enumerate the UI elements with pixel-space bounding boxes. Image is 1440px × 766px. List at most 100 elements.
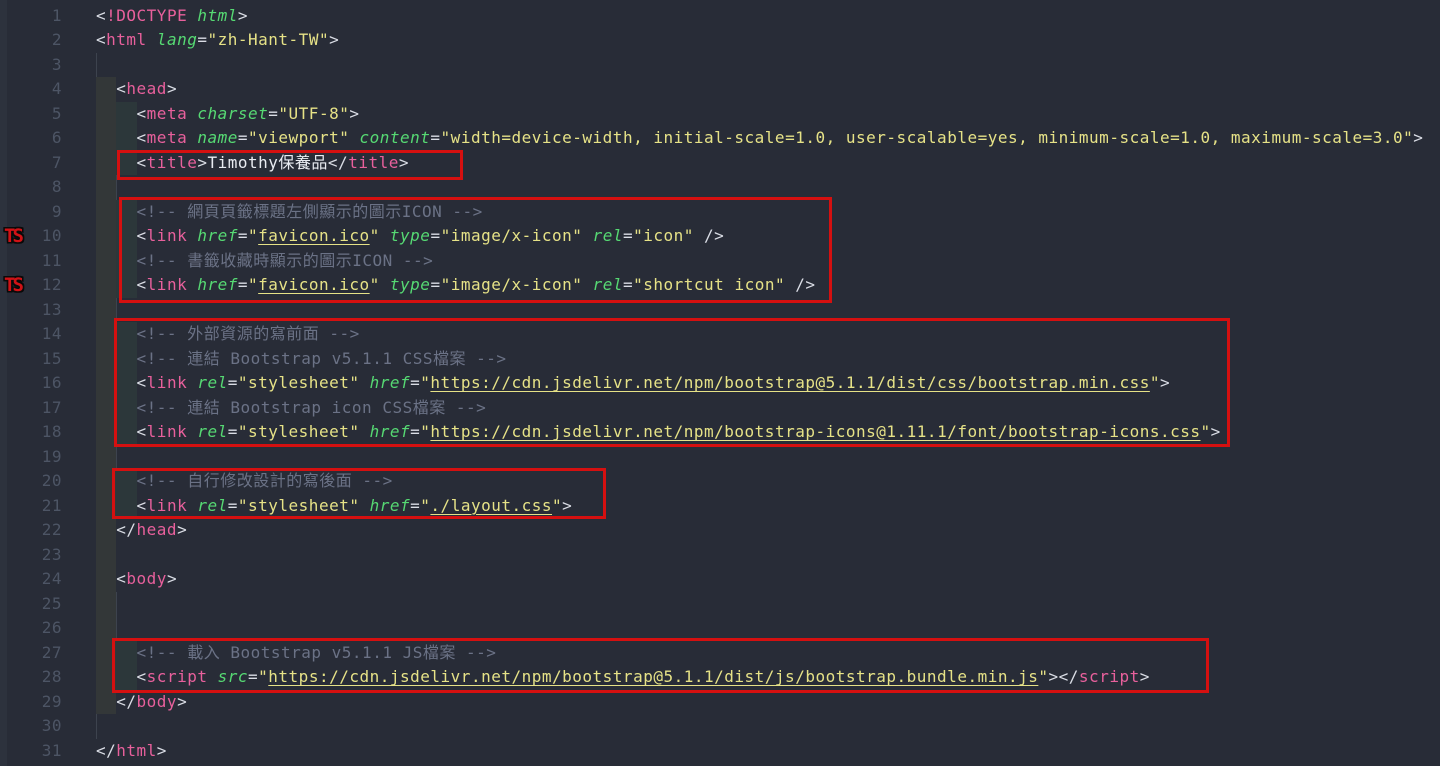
- syntax-token: =: [238, 128, 248, 147]
- syntax-token: <: [96, 569, 126, 588]
- syntax-token: body: [126, 569, 167, 588]
- syntax-token: "width=device-width, initial-scale=1.0, …: [441, 128, 1414, 147]
- line-number[interactable]: 15: [0, 347, 62, 372]
- syntax-token: =: [430, 128, 440, 147]
- syntax-token: lang: [147, 30, 198, 49]
- code-line[interactable]: 31 </html>: [0, 739, 1440, 764]
- code-text: </html>: [96, 739, 167, 764]
- line-number[interactable]: 29: [0, 690, 62, 715]
- favicon-gutter-icon: TS: [4, 224, 21, 249]
- syntax-token: <: [96, 30, 106, 49]
- annotation-box: [119, 197, 832, 303]
- line-number[interactable]: 21: [0, 494, 62, 519]
- indent-highlight: [96, 445, 116, 470]
- line-number[interactable]: 9: [0, 200, 62, 225]
- code-text: <html lang="zh-Hant-TW">: [96, 28, 339, 53]
- indent-guide: [116, 616, 117, 641]
- line-number[interactable]: 8: [0, 175, 62, 200]
- line-number[interactable]: 26: [0, 616, 62, 641]
- indent-highlight: [96, 592, 116, 617]
- code-line[interactable]: 6 <meta name="viewport" content="width=d…: [0, 126, 1440, 151]
- annotation-box: [114, 318, 1230, 447]
- indent-guide: [116, 445, 117, 470]
- code-line[interactable]: 30: [0, 714, 1440, 739]
- line-number[interactable]: 25: [0, 592, 62, 617]
- line-number[interactable]: 24: [0, 567, 62, 592]
- syntax-token: <: [96, 128, 147, 147]
- line-number[interactable]: 20: [0, 469, 62, 494]
- code-line[interactable]: 19: [0, 445, 1440, 470]
- code-line[interactable]: 22 </head>: [0, 518, 1440, 543]
- line-number[interactable]: 28: [0, 665, 62, 690]
- line-number[interactable]: 4: [0, 77, 62, 102]
- code-line[interactable]: 2 <html lang="zh-Hant-TW">: [0, 28, 1440, 53]
- syntax-token: !DOCTYPE: [106, 6, 187, 25]
- syntax-token: "zh-Hant-TW": [207, 30, 329, 49]
- line-number[interactable]: 16: [0, 371, 62, 396]
- syntax-token: charset: [187, 104, 268, 123]
- syntax-token: </: [96, 692, 137, 711]
- favicon-gutter-icon: TS: [4, 273, 21, 298]
- syntax-token: >: [167, 569, 177, 588]
- line-number[interactable]: 1: [0, 4, 62, 29]
- code-text: </body>: [96, 690, 187, 715]
- line-number[interactable]: 23: [0, 543, 62, 568]
- code-line[interactable]: 26: [0, 616, 1440, 641]
- code-line[interactable]: 25: [0, 592, 1440, 617]
- syntax-token: >: [349, 104, 359, 123]
- annotation-box: [112, 468, 606, 519]
- syntax-token: html: [187, 6, 238, 25]
- indent-guide: [116, 592, 117, 617]
- code-text: <meta charset="UTF-8">: [96, 102, 359, 127]
- syntax-token: body: [137, 692, 178, 711]
- syntax-token: <: [96, 79, 126, 98]
- syntax-token: >: [238, 6, 248, 25]
- syntax-token: >: [167, 79, 177, 98]
- indent-guide: [96, 714, 97, 739]
- line-number[interactable]: 13: [0, 298, 62, 323]
- code-line[interactable]: 23: [0, 543, 1440, 568]
- line-number[interactable]: 3: [0, 53, 62, 78]
- code-line[interactable]: 4 <head>: [0, 77, 1440, 102]
- annotation-box: [112, 638, 1209, 693]
- syntax-token: html: [106, 30, 147, 49]
- syntax-token: name: [187, 128, 238, 147]
- code-text: <meta name="viewport" content="width=dev…: [96, 126, 1423, 151]
- line-number[interactable]: 14: [0, 322, 62, 347]
- syntax-token: >: [177, 520, 187, 539]
- syntax-token: </: [96, 741, 116, 760]
- line-number[interactable]: 7: [0, 151, 62, 176]
- syntax-token: "UTF-8": [278, 104, 349, 123]
- syntax-token: =: [197, 30, 207, 49]
- code-line[interactable]: 24 <body>: [0, 567, 1440, 592]
- line-number[interactable]: 18: [0, 420, 62, 445]
- code-line[interactable]: 1 <!DOCTYPE html>: [0, 4, 1440, 29]
- line-number[interactable]: 2: [0, 28, 62, 53]
- line-number[interactable]: 6: [0, 126, 62, 151]
- line-number[interactable]: 22: [0, 518, 62, 543]
- line-number[interactable]: 19: [0, 445, 62, 470]
- line-number[interactable]: 31: [0, 739, 62, 764]
- code-text: </head>: [96, 518, 187, 543]
- code-line[interactable]: 3: [0, 53, 1440, 78]
- line-number[interactable]: 11: [0, 249, 62, 274]
- syntax-token: >: [177, 692, 187, 711]
- syntax-token: "viewport": [248, 128, 349, 147]
- indent-guide: [96, 53, 97, 78]
- code-line[interactable]: 29 </body>: [0, 690, 1440, 715]
- syntax-token: >: [157, 741, 167, 760]
- indent-highlight: [96, 175, 116, 200]
- syntax-token: html: [116, 741, 157, 760]
- annotation-box: [117, 150, 463, 180]
- code-line[interactable]: 5 <meta charset="UTF-8">: [0, 102, 1440, 127]
- syntax-token: >: [1413, 128, 1423, 147]
- code-text: <head>: [96, 77, 177, 102]
- line-number[interactable]: 17: [0, 396, 62, 421]
- line-number[interactable]: 27: [0, 641, 62, 666]
- syntax-token: meta: [147, 128, 188, 147]
- syntax-token: <: [96, 6, 106, 25]
- code-editor: 1<!DOCTYPE html>2<html lang="zh-Hant-TW"…: [0, 0, 1440, 766]
- line-number[interactable]: 30: [0, 714, 62, 739]
- line-number[interactable]: 5: [0, 102, 62, 127]
- indent-highlight: [96, 616, 116, 641]
